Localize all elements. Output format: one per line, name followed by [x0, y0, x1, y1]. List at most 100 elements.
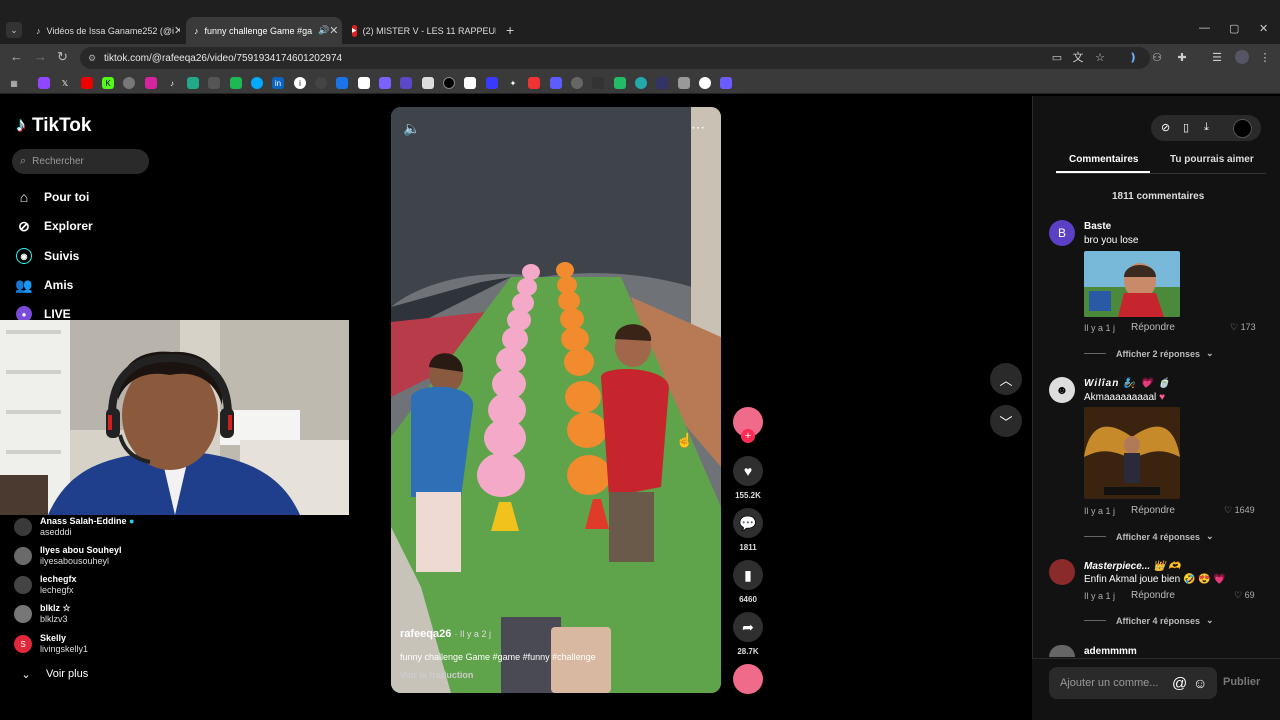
following-account-3[interactable]: lechegfx lechegfx	[14, 574, 77, 596]
linkedin-icon[interactable]: in	[272, 77, 284, 89]
bookmark-icon[interactable]	[699, 77, 711, 89]
profile-switch-icon[interactable]: ⚇	[1151, 51, 1163, 64]
translate-icon[interactable]: 文	[1072, 51, 1084, 64]
install-icon[interactable]: ▭	[1051, 51, 1063, 64]
bookmark-icon[interactable]	[230, 77, 242, 89]
menu-icon[interactable]: ⋮	[1259, 51, 1271, 64]
sound-avatar[interactable]	[733, 664, 763, 694]
reload-icon[interactable]: ↻	[57, 49, 68, 65]
comment-button[interactable]: 💬 1811	[733, 508, 763, 552]
avatar[interactable]: B	[1049, 220, 1075, 246]
bookmark-star-icon[interactable]: ☆	[1094, 51, 1106, 64]
phone-icon[interactable]: ▯	[1183, 121, 1189, 134]
instagram-icon[interactable]	[145, 77, 157, 89]
like-button[interactable]: ♥ 155.2K	[733, 456, 763, 500]
compass-icon[interactable]: ⊘	[1161, 121, 1170, 134]
bookmark-icon[interactable]	[315, 77, 327, 89]
tab-search-button[interactable]: ⌄	[6, 22, 22, 38]
bookmark-icon[interactable]: ✦	[507, 77, 519, 89]
comment-input[interactable]: Ajouter un comme...	[1049, 667, 1217, 699]
puzzle-icon[interactable]: ✚	[1176, 51, 1188, 64]
show-replies-button[interactable]: Afficher 4 réponses ⌄	[1084, 615, 1214, 626]
info-icon[interactable]: i	[294, 77, 306, 89]
avatar[interactable]	[1049, 559, 1075, 585]
reply-button[interactable]: Répondre	[1131, 590, 1175, 601]
nav-item-pour-toi[interactable]: ⌂ Pour toi	[16, 189, 90, 205]
bookmark-icon[interactable]	[208, 77, 220, 89]
bookmark-icon[interactable]: ▮	[733, 560, 763, 590]
follow-plus-icon[interactable]: +	[741, 429, 755, 443]
comment-icon[interactable]: 💬	[733, 508, 763, 538]
comment-like-button[interactable]: ♡ 173	[1230, 322, 1256, 333]
bookmark-icon[interactable]	[251, 77, 263, 89]
following-account-5[interactable]: S Skelly livingskelly1	[14, 633, 88, 655]
forward-icon[interactable]: →	[34, 49, 47, 64]
youtube-icon[interactable]	[81, 77, 93, 89]
comment-image[interactable]	[1084, 251, 1180, 317]
comment-author[interactable]: Masterpiece... 👑 🫶	[1084, 561, 1181, 572]
extension-icon[interactable]: ❫	[1127, 51, 1139, 64]
browser-tab-2[interactable]: ♪ funny challenge Game #ga 🔊 ✕	[186, 17, 342, 44]
bookmark-icon[interactable]	[464, 77, 476, 89]
bookmark-icon[interactable]	[187, 77, 199, 89]
new-tab-button[interactable]: +	[506, 22, 514, 38]
comment-author[interactable]: Baste	[1084, 221, 1111, 232]
url-field[interactable]: ⚙ tiktok.com/@rafeeqa26/video/7591934174…	[80, 47, 1150, 69]
browser-tab-1[interactable]: ♪ Vidéos de Issa Ganame252 (@i ✕	[28, 17, 180, 44]
see-translation-link[interactable]: Voir la traduction	[400, 670, 473, 680]
bookmark-icon[interactable]	[358, 77, 370, 89]
bookmark-icon[interactable]	[422, 77, 434, 89]
publish-button[interactable]: Publier	[1223, 676, 1260, 688]
site-info-icon[interactable]: ⚙	[88, 53, 96, 64]
comment-like-button[interactable]: ♡ 69	[1234, 590, 1255, 601]
bookmark-icon[interactable]	[720, 77, 732, 89]
emoji-picker-icon[interactable]: ☺	[1193, 675, 1207, 691]
video-player[interactable]: 🔈 ⋯	[391, 107, 721, 693]
reply-button[interactable]: Répondre	[1131, 322, 1175, 333]
comment-image[interactable]	[1084, 407, 1180, 499]
close-icon[interactable]: ✕	[174, 24, 180, 37]
see-more-button[interactable]: ⌄ Voir plus	[18, 666, 88, 682]
author-avatar-button[interactable]: +	[733, 407, 763, 443]
show-replies-button[interactable]: Afficher 2 réponses ⌄	[1084, 348, 1214, 359]
x-icon[interactable]: 𝕏	[59, 77, 71, 89]
mention-icon[interactable]: @	[1172, 675, 1187, 692]
heart-icon[interactable]: ♥	[733, 456, 763, 486]
following-account-2[interactable]: Ilyes abou Souheyl ilyesabousouheyl	[14, 545, 122, 567]
comment-like-button[interactable]: ♡ 1649	[1224, 505, 1255, 516]
video-author[interactable]: rafeeqa26 · Il y a 2 j	[400, 628, 491, 640]
kick-icon[interactable]: K	[102, 77, 114, 89]
comment-author[interactable]: Wilîan 🧞 💗 🍵	[1084, 378, 1171, 389]
bookmark-icon[interactable]	[635, 77, 647, 89]
nav-item-amis[interactable]: 👥 Amis	[15, 277, 73, 293]
apps-grid-icon[interactable]: ▦	[8, 77, 20, 89]
bookmark-icon[interactable]	[336, 77, 348, 89]
previous-video-button[interactable]: ︿	[990, 363, 1022, 395]
following-account-1[interactable]: Anass Salah-Eddine ● asedddi	[14, 516, 134, 538]
share-icon[interactable]: ➦	[733, 612, 763, 642]
bookmark-icon[interactable]	[443, 77, 455, 89]
music-disc-icon[interactable]	[733, 664, 763, 694]
close-icon[interactable]: ✕	[329, 24, 338, 37]
maximize-icon[interactable]: ▢	[1229, 22, 1239, 35]
avatar[interactable]	[1235, 50, 1249, 64]
avatar[interactable]: ☻	[1049, 377, 1075, 403]
show-replies-button[interactable]: Afficher 4 réponses ⌄	[1084, 531, 1214, 542]
browser-tab-3[interactable]: ▶ (2) MISTER V - LES 11 RAPPEUR ✕	[344, 17, 496, 44]
close-window-icon[interactable]: ✕	[1259, 22, 1268, 35]
nav-item-suivis[interactable]: ◉ Suivis	[16, 248, 79, 264]
bookmark-icon[interactable]	[528, 77, 540, 89]
following-account-4[interactable]: blklz ☆ blklzv3	[14, 603, 71, 625]
reading-list-icon[interactable]: ☰	[1211, 51, 1223, 64]
back-icon[interactable]: ←	[10, 49, 23, 64]
bookmark-icon[interactable]	[656, 77, 668, 89]
twitch-icon[interactable]	[38, 77, 50, 89]
bookmark-icon[interactable]	[486, 77, 498, 89]
bookmark-icon[interactable]	[379, 77, 391, 89]
speaker-icon[interactable]: 🔊	[318, 25, 329, 36]
author-username[interactable]: rafeeqa26	[400, 628, 451, 640]
minimize-icon[interactable]: —	[1199, 22, 1210, 34]
tab-suggestions[interactable]: Tu pourrais aimer	[1170, 154, 1254, 165]
bookmark-icon[interactable]	[614, 77, 626, 89]
nav-item-explorer[interactable]: ⊘ Explorer	[16, 218, 93, 234]
